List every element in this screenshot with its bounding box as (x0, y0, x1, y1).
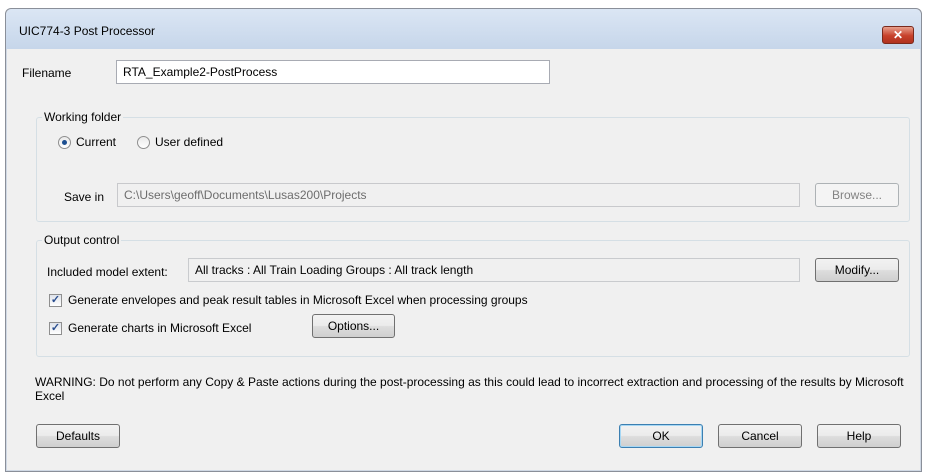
filename-label: Filename (22, 66, 72, 80)
output-control-group: Output control Included model extent: Al… (36, 233, 910, 357)
check-icon: ✓ (50, 294, 61, 306)
close-button[interactable]: ✕ (882, 26, 914, 44)
included-extent-value: All tracks : All Train Loading Groups : … (188, 258, 800, 282)
dialog-body: Filename RTA_Example2-PostProcess Workin… (12, 49, 915, 465)
save-in-label: Save in (64, 190, 105, 204)
title-bar[interactable]: UIC774-3 Post Processor ✕ (6, 9, 921, 49)
defaults-button[interactable]: Defaults (36, 424, 120, 448)
help-button[interactable]: Help (817, 424, 901, 448)
ok-button[interactable]: OK (619, 424, 703, 448)
post-processor-dialog: UIC774-3 Post Processor ✕ Filename RTA_E… (5, 8, 922, 472)
cancel-button[interactable]: Cancel (718, 424, 802, 448)
browse-button[interactable]: Browse... (815, 183, 899, 207)
save-in-input[interactable]: C:\Users\geoff\Documents\Lusas200\Projec… (117, 183, 800, 207)
radio-selected-dot (62, 140, 67, 145)
user-defined-radio-label[interactable]: User defined (155, 135, 223, 149)
charts-checkbox-label[interactable]: Generate charts in Microsoft Excel (68, 321, 251, 335)
included-extent-label: Included model extent: (47, 265, 168, 279)
working-folder-legend: Working folder (42, 110, 124, 124)
envelopes-checkbox[interactable]: ✓ (49, 294, 62, 307)
output-control-legend: Output control (42, 233, 122, 247)
modify-button[interactable]: Modify... (815, 258, 899, 282)
check-icon: ✓ (50, 322, 61, 334)
window-title: UIC774-3 Post Processor (19, 24, 156, 38)
user-defined-radio[interactable] (137, 136, 150, 149)
charts-checkbox[interactable]: ✓ (49, 322, 62, 335)
working-folder-group: Working folder Current User defined Save… (36, 110, 910, 222)
current-radio[interactable] (58, 136, 71, 149)
current-radio-label[interactable]: Current (76, 135, 116, 149)
close-icon: ✕ (892, 28, 904, 42)
warning-text: WARNING: Do not perform any Copy & Paste… (35, 375, 904, 403)
envelopes-checkbox-label[interactable]: Generate envelopes and peak result table… (68, 293, 528, 307)
options-button[interactable]: Options... (312, 314, 395, 338)
filename-input[interactable]: RTA_Example2-PostProcess (116, 60, 550, 84)
